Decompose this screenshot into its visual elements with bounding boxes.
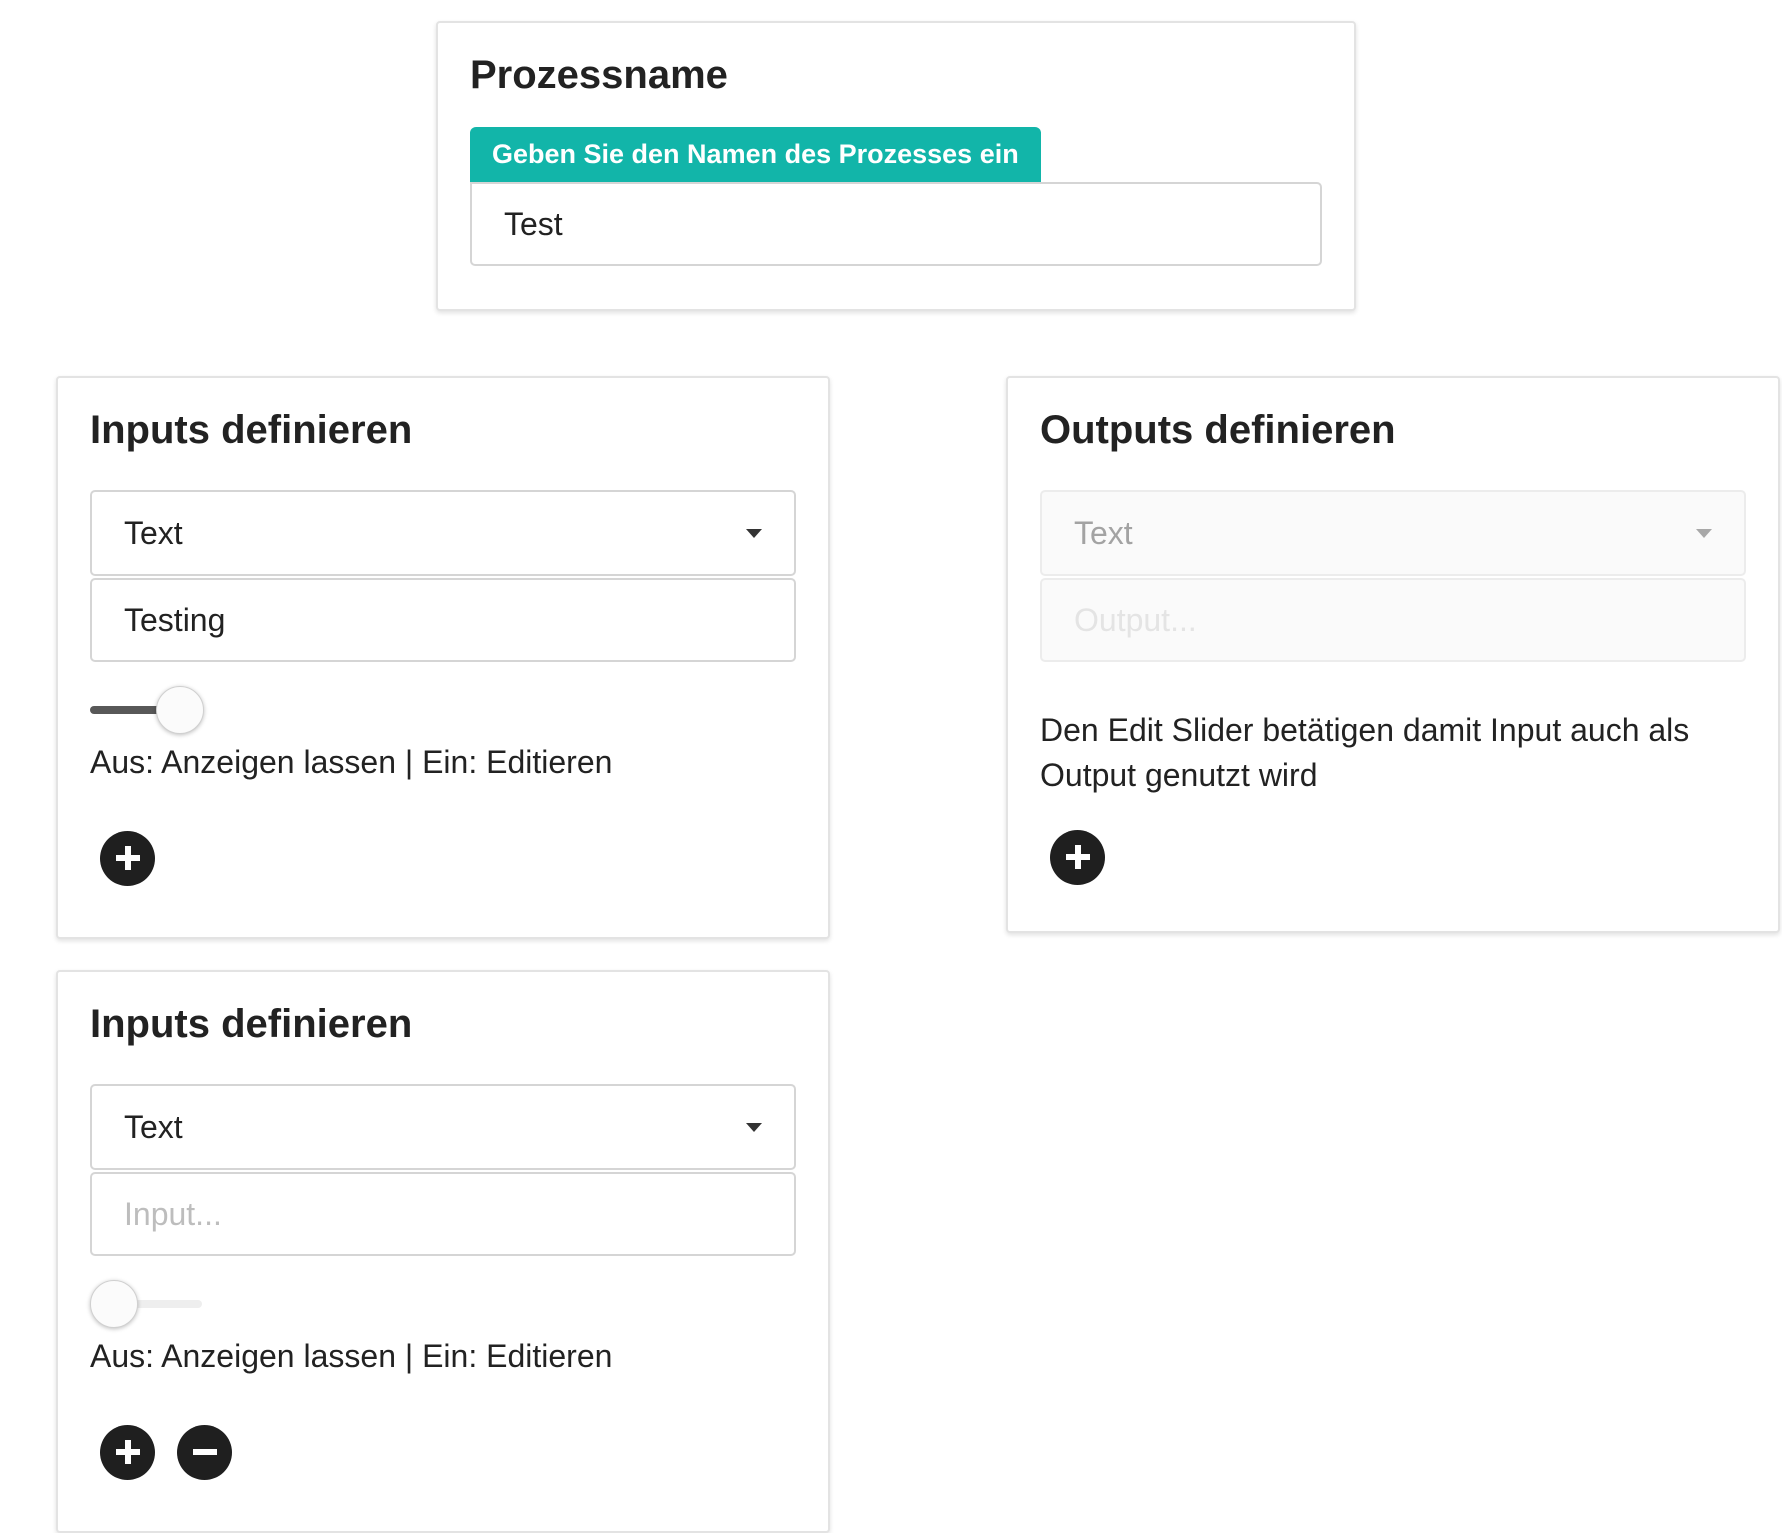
outputs-card: Outputs definieren Text Den Edit Slider … bbox=[1006, 376, 1780, 933]
toggle-hint-1: Aus: Anzeigen lassen | Ein: Editieren bbox=[90, 744, 613, 780]
edit-toggle-2[interactable] bbox=[90, 1280, 202, 1328]
output-type-selected: Text bbox=[1074, 514, 1133, 551]
minus-icon bbox=[192, 1449, 217, 1456]
toggle-knob bbox=[90, 1280, 138, 1328]
input-value-field-2[interactable] bbox=[90, 1172, 796, 1256]
add-input-button[interactable] bbox=[100, 1424, 155, 1480]
input-type-selected-2: Text bbox=[124, 1108, 183, 1145]
caret-down-icon bbox=[1696, 528, 1712, 538]
inputs-title-1: Inputs definieren bbox=[90, 408, 413, 452]
add-output-button[interactable] bbox=[1050, 829, 1105, 885]
caret-down-icon bbox=[746, 528, 762, 538]
output-type-select[interactable]: Text bbox=[1040, 490, 1746, 576]
input-type-select-1[interactable]: Text bbox=[90, 490, 796, 576]
toggle-knob bbox=[156, 686, 204, 734]
add-input-button[interactable] bbox=[100, 830, 155, 886]
toggle-hint-2: Aus: Anzeigen lassen | Ein: Editieren bbox=[90, 1338, 613, 1374]
inputs-card-1: Inputs definieren Text Aus: Anzeigen las… bbox=[56, 376, 830, 939]
remove-input-button[interactable] bbox=[177, 1424, 232, 1480]
inputs-card-2: Inputs definieren Text Aus: Anzeigen las… bbox=[56, 970, 830, 1533]
output-value-field[interactable] bbox=[1040, 578, 1746, 662]
input-type-selected-1: Text bbox=[124, 514, 183, 551]
edit-toggle-1[interactable] bbox=[90, 686, 204, 734]
plus-icon bbox=[115, 1440, 140, 1465]
inputs-title-2: Inputs definieren bbox=[90, 1002, 413, 1046]
plus-icon bbox=[1065, 845, 1090, 870]
process-name-title: Prozessname bbox=[470, 53, 728, 97]
plus-icon bbox=[115, 846, 140, 871]
input-value-field-1[interactable] bbox=[90, 578, 796, 662]
caret-down-icon bbox=[746, 1122, 762, 1132]
outputs-hint: Den Edit Slider betätigen damit Input au… bbox=[1040, 712, 1690, 793]
process-name-card: Prozessname Geben Sie den Namen des Proz… bbox=[436, 21, 1356, 311]
process-name-input[interactable] bbox=[470, 182, 1322, 266]
input-type-select-2[interactable]: Text bbox=[90, 1084, 796, 1170]
process-name-label: Geben Sie den Namen des Prozesses ein bbox=[470, 127, 1041, 182]
outputs-title: Outputs definieren bbox=[1040, 408, 1396, 452]
